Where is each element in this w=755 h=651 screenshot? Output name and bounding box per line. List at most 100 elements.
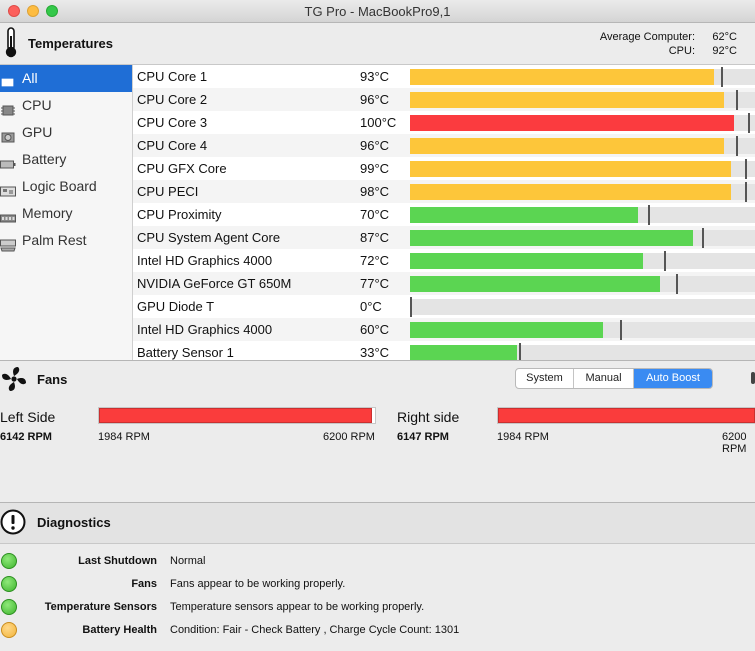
diagnostic-row: Last Shutdown Normal — [0, 551, 755, 574]
sensor-row[interactable]: NVIDIA GeForce GT 650M 77°C — [133, 272, 755, 295]
left-fan-speed-bar — [99, 408, 372, 423]
sensor-row[interactable]: CPU Proximity 70°C — [133, 203, 755, 226]
sensor-row[interactable]: CPU Core 2 96°C — [133, 88, 755, 111]
sensor-row[interactable]: Battery Sensor 1 33°C — [133, 341, 755, 360]
fan-mode-system[interactable]: System — [516, 369, 574, 388]
sensor-temperature: 60°C — [360, 322, 390, 337]
sensor-row[interactable]: CPU PECI 98°C — [133, 180, 755, 203]
sensor-row[interactable]: CPU Core 4 96°C — [133, 134, 755, 157]
right-fan-min-rpm: 1984 RPM — [497, 431, 549, 443]
left-fan-speed-track — [98, 407, 376, 424]
temperature-bar-track — [410, 182, 755, 202]
battery-icon — [0, 153, 16, 169]
sidebar-item-label: CPU — [22, 97, 52, 113]
temperature-bar-track — [410, 251, 755, 271]
temperatures-header: Temperatures Average Computer: 62°C CPU: 9… — [0, 23, 755, 65]
temperature-bar-fill — [410, 92, 724, 108]
sensor-name: CPU Core 1 — [137, 69, 208, 84]
sensor-category-sidebar: All CPU GPU Battery Logic Board Memory Palm Re… — [0, 65, 133, 360]
logic-board-icon — [0, 180, 16, 197]
sidebar-item-logic-board[interactable]: Logic Board — [0, 173, 132, 200]
fan-icon — [2, 367, 26, 391]
temperature-bar-track — [410, 90, 755, 110]
sensor-row[interactable]: Intel HD Graphics 4000 72°C — [133, 249, 755, 272]
temperature-bar-track — [410, 67, 755, 87]
diagnostics-title: Diagnostics — [37, 515, 111, 530]
cpu-average-label: CPU: — [668, 45, 695, 57]
temperature-bar-track — [410, 343, 755, 360]
sensor-name: CPU PECI — [137, 184, 199, 199]
fan-mode-manual[interactable]: Manual — [574, 369, 634, 388]
exclamation-icon — [0, 509, 26, 535]
sensor-row[interactable]: CPU Core 1 93°C — [133, 65, 755, 88]
sensor-temperature: 98°C — [360, 184, 390, 199]
sensor-row[interactable]: CPU System Agent Core 87°C — [133, 226, 755, 249]
max-temperature-marker — [736, 90, 738, 110]
temperature-bar-track — [410, 320, 755, 340]
right-fan-max-rpm: 6200 RPM — [722, 431, 747, 455]
right-fan-rpm: 6147 RPM — [397, 431, 449, 443]
status-ok-icon — [1, 553, 17, 569]
left-fan-label: Left Side — [0, 409, 56, 425]
diagnostic-value: Temperature sensors appear to be working… — [170, 601, 425, 613]
max-temperature-marker — [745, 159, 747, 179]
sidebar-item-label: GPU — [22, 124, 53, 140]
sidebar-item-memory[interactable]: Memory — [0, 200, 132, 227]
temperature-bar-fill — [410, 115, 734, 131]
sidebar-item-palm-rest[interactable]: Palm Rest — [0, 227, 132, 254]
temperature-list[interactable]: CPU Core 1 93°C CPU Core 2 96°C CPU Core 3 10… — [133, 65, 755, 360]
max-temperature-marker — [702, 228, 704, 248]
sidebar-item-cpu[interactable]: CPU — [0, 92, 132, 119]
left-fan-max-rpm: 6200 RPM — [323, 431, 375, 443]
memory-icon — [0, 207, 16, 223]
temperature-bar-track — [410, 136, 755, 156]
sidebar-item-battery[interactable]: Battery — [0, 146, 132, 173]
sensor-temperature: 87°C — [360, 230, 390, 245]
max-temperature-marker — [648, 205, 650, 225]
fans-menu-icon[interactable] — [751, 372, 755, 384]
sensor-name: CPU Core 3 — [137, 115, 208, 130]
sensor-name: Intel HD Graphics 4000 — [137, 322, 273, 337]
sidebar-item-label: Palm Rest — [22, 232, 87, 248]
sensor-temperature: 0°C — [360, 299, 382, 314]
temperature-bar-fill — [410, 345, 517, 360]
sensor-name: CPU System Agent Core — [137, 230, 281, 245]
sensor-row[interactable]: CPU Core 3 100°C — [133, 111, 755, 134]
sidebar-item-gpu[interactable]: GPU — [0, 119, 132, 146]
sensor-name: CPU Proximity — [137, 207, 222, 222]
chip-icon — [0, 99, 16, 116]
max-temperature-marker — [519, 343, 521, 360]
status-ok-icon — [1, 576, 17, 592]
sensor-temperature: 99°C — [360, 161, 390, 176]
sensor-name: NVIDIA GeForce GT 650M — [137, 276, 292, 291]
sensor-name: CPU Core 2 — [137, 92, 208, 107]
sensor-row[interactable]: Intel HD Graphics 4000 60°C — [133, 318, 755, 341]
sidebar-item-all[interactable]: All — [0, 65, 132, 92]
sensor-temperature: 96°C — [360, 92, 390, 107]
sensor-row[interactable]: GPU Diode T 0°C — [133, 295, 755, 318]
sensor-name: Battery Sensor 1 — [137, 345, 234, 360]
max-temperature-marker — [676, 274, 678, 294]
sensor-temperature: 77°C — [360, 276, 390, 291]
sensor-name: Intel HD Graphics 4000 — [137, 253, 273, 268]
sensor-temperature: 96°C — [360, 138, 390, 153]
status-warning-icon — [1, 622, 17, 638]
max-temperature-marker — [410, 297, 412, 317]
temperature-bar-fill — [410, 322, 603, 338]
sensor-temperature: 33°C — [360, 345, 390, 360]
temperature-bar-track — [410, 297, 755, 317]
sensor-temperature: 70°C — [360, 207, 390, 222]
sidebar-item-label: Battery — [22, 151, 67, 167]
fan-mode-auto-boost[interactable]: Auto Boost — [634, 369, 712, 388]
sensor-row[interactable]: CPU GFX Core 99°C — [133, 157, 755, 180]
sidebar-item-label: Memory — [22, 205, 73, 221]
window-titlebar: TG Pro - MacBookPro9,1 — [0, 0, 755, 23]
sidebar-item-label: Logic Board — [22, 178, 97, 194]
average-computer-value: 62°C — [712, 31, 737, 43]
gpu-icon — [0, 126, 16, 143]
average-computer-label: Average Computer: — [599, 31, 695, 43]
sensor-name: GPU Diode T — [137, 299, 215, 314]
divider — [0, 360, 755, 361]
palm-rest-icon — [0, 234, 16, 252]
fan-mode-segmented-control[interactable]: System Manual Auto Boost — [515, 368, 713, 389]
